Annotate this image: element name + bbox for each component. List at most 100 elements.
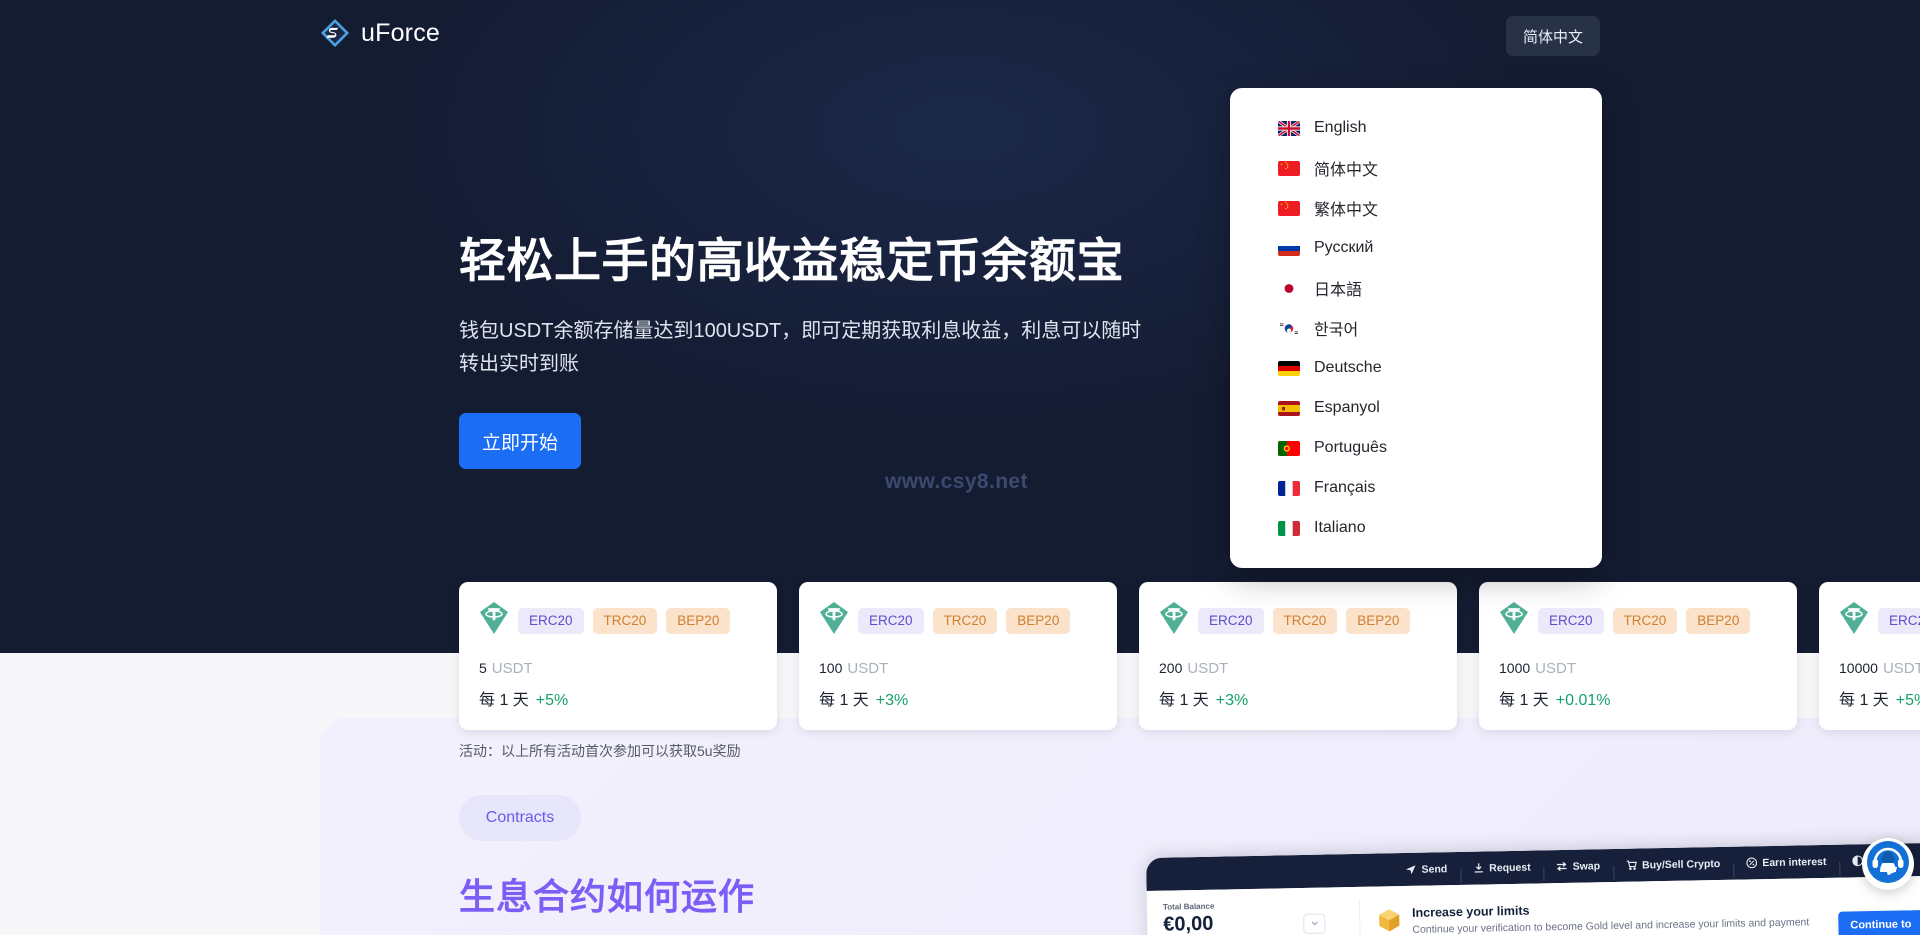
tether-usdt-icon: [819, 602, 849, 639]
card-amount-value: 100: [819, 660, 843, 676]
support-chat-button[interactable]: [1862, 838, 1914, 890]
flag-jp-icon: [1278, 280, 1300, 296]
language-option-label: 日本語: [1314, 282, 1363, 299]
card-rate: 每 1 天 +0.01%: [1499, 686, 1777, 710]
tether-usdt-icon: [1839, 602, 1869, 639]
percent-circle-icon: [1746, 857, 1758, 869]
plan-card[interactable]: ERC20 TRC20 BEP20 100 USDT 每 1 天 +3%: [799, 582, 1117, 730]
language-option-english[interactable]: English: [1230, 108, 1602, 148]
mockup-nav-request[interactable]: Request: [1460, 861, 1544, 875]
network-chip-trc20[interactable]: TRC20: [1272, 607, 1338, 634]
card-amount-unit: USDT: [1187, 660, 1229, 677]
send-icon: [1405, 864, 1416, 875]
mockup-nav-label: Swap: [1572, 859, 1601, 873]
mockup-nav-earn-interest[interactable]: Earn interest: [1733, 855, 1839, 869]
contracts-pill[interactable]: Contracts: [459, 795, 581, 841]
language-option-traditional-chinese[interactable]: 繁体中文: [1230, 188, 1602, 228]
language-selector-button[interactable]: 简体中文: [1505, 16, 1600, 56]
mockup-card-text: Increase your limits Continue your verif…: [1412, 898, 1827, 935]
language-option-portuguese[interactable]: Português: [1230, 428, 1602, 468]
language-option-spanish[interactable]: Espanyol: [1230, 388, 1602, 428]
language-option-german[interactable]: Deutsche: [1230, 348, 1602, 388]
network-chip-erc20[interactable]: ERC20: [1878, 607, 1920, 634]
plan-card[interactable]: ERC20 TRC20 BEP20 200 USDT 每 1 天 +3%: [1139, 582, 1457, 730]
language-option-french[interactable]: Français: [1230, 468, 1602, 508]
card-rate-value: +0.01%: [1555, 692, 1611, 709]
mockup-verification-card: Increase your limits Continue your verif…: [1358, 887, 1920, 935]
page-title: 轻松上手的高收益稳定币余额宝: [459, 234, 1124, 287]
language-option-label: 简体中文: [1314, 162, 1379, 179]
plan-card[interactable]: ERC20 TRC20 BEP20 1000 USDT 每 1 天 +0.01%: [1479, 582, 1797, 730]
language-option-korean[interactable]: 한국어: [1230, 308, 1602, 348]
language-option-japanese[interactable]: 日本語: [1230, 268, 1602, 308]
mockup-nav-label: Request: [1489, 861, 1531, 874]
hero-subtitle: 钱包USDT余额存储量达到100USDT，即可定期获取利息收益，利息可以随时转出…: [459, 320, 1142, 376]
gold-cube-icon: [1378, 906, 1401, 935]
promo-note: 活动：以上所有活动首次参加可以获取5u奖励: [459, 743, 741, 759]
brand-name: uForce: [361, 18, 441, 47]
top-bar: uForce 简体中文: [0, 0, 1920, 72]
mockup-nav-buy-sell-crypto[interactable]: Buy/Sell Crypto: [1613, 857, 1733, 871]
card-header: ERC20 TRC20 BEP20: [1499, 602, 1777, 639]
network-chip-trc20[interactable]: TRC20: [932, 607, 998, 634]
network-chip-erc20[interactable]: ERC20: [1538, 607, 1604, 634]
brand-logo[interactable]: uForce: [320, 18, 440, 48]
download-icon: [1473, 863, 1484, 874]
flag-kr-icon: [1278, 320, 1300, 336]
card-period: 每 1 天: [1159, 692, 1209, 709]
card-header: ERC20 TRC20 BEP20: [1839, 602, 1920, 639]
support-headset-icon: [1866, 840, 1910, 889]
language-option-label: Français: [1314, 479, 1376, 496]
network-chip-bep20[interactable]: BEP20: [1686, 607, 1751, 634]
plan-card[interactable]: ERC20 TRC20 BEP20 5 USDT 每 1 天 +5%: [459, 582, 777, 730]
network-chip-erc20[interactable]: ERC20: [1198, 607, 1264, 634]
card-amount-value: 10000: [1839, 660, 1878, 676]
network-chip-trc20[interactable]: TRC20: [592, 607, 658, 634]
card-rate-value: +5%: [1895, 692, 1920, 709]
flag-de-icon: [1278, 360, 1300, 376]
tether-usdt-icon: [1159, 602, 1189, 639]
network-chip-bep20[interactable]: BEP20: [1006, 607, 1071, 634]
language-option-italian[interactable]: Italiano: [1230, 508, 1602, 548]
plan-card[interactable]: ERC20 TRC20 BEP20 10000USDT 每 1 天 +5%: [1819, 582, 1920, 730]
mockup-nav-label: Send: [1421, 862, 1448, 876]
hero-copy: 轻松上手的高收益稳定币余额宝 钱包USDT余额存储量达到100USDT，即可定期…: [459, 232, 1149, 470]
mockup-nav-send[interactable]: Send: [1392, 862, 1460, 875]
card-amount-unit: USDT: [1882, 660, 1920, 677]
mockup-nav-swap[interactable]: Swap: [1544, 860, 1614, 873]
flag-pt-icon: [1278, 440, 1300, 456]
mockup-nav-label: Earn interest: [1762, 855, 1827, 869]
card-period: 每 1 天: [1499, 692, 1549, 709]
language-option-simplified-chinese[interactable]: 简体中文: [1230, 148, 1602, 188]
page-root: uForce 简体中文 English 简体中文 繁体中文 Русский 日本…: [0, 0, 1920, 935]
flag-cn-icon: [1278, 200, 1300, 216]
language-option-label: Italiano: [1314, 519, 1366, 536]
card-header: ERC20 TRC20 BEP20: [479, 602, 757, 639]
network-chip-erc20[interactable]: ERC20: [858, 607, 924, 634]
card-rate: 每 1 天 +5%: [479, 686, 757, 710]
language-dropdown-menu: English 简体中文 繁体中文 Русский 日本語 한국어 Deutsc…: [1230, 88, 1602, 568]
network-chip-bep20[interactable]: BEP20: [1346, 607, 1411, 634]
card-amount: 200 USDT: [1159, 660, 1437, 677]
swap-icon: [1557, 861, 1568, 872]
language-option-label: 한국어: [1314, 322, 1359, 339]
card-amount: 100 USDT: [819, 660, 1097, 677]
network-chip-bep20[interactable]: BEP20: [666, 607, 731, 634]
card-amount-value: 1000: [1499, 660, 1531, 676]
network-chip-erc20[interactable]: ERC20: [518, 607, 584, 634]
mockup-balance-dropdown[interactable]: [1303, 913, 1326, 934]
card-period: 每 1 天: [819, 692, 869, 709]
network-chip-trc20[interactable]: TRC20: [1612, 607, 1678, 634]
card-amount-unit: USDT: [1535, 660, 1576, 677]
language-option-russian[interactable]: Русский: [1230, 228, 1602, 268]
get-started-button[interactable]: 立即开始: [459, 413, 581, 470]
card-rate-value: +5%: [535, 692, 569, 709]
mockup-continue-button[interactable]: Continue to: [1838, 910, 1920, 935]
flag-ru-icon: [1278, 240, 1300, 256]
plan-card-list: ERC20 TRC20 BEP20 5 USDT 每 1 天 +5% ERC20…: [459, 582, 1920, 730]
card-amount-value: 200: [1159, 660, 1183, 676]
flag-es-icon: [1278, 400, 1300, 416]
uforce-diamond-logo-icon: [320, 18, 350, 48]
section-title: 生息合约如何运作: [459, 876, 756, 917]
card-rate-value: +3%: [875, 692, 909, 709]
